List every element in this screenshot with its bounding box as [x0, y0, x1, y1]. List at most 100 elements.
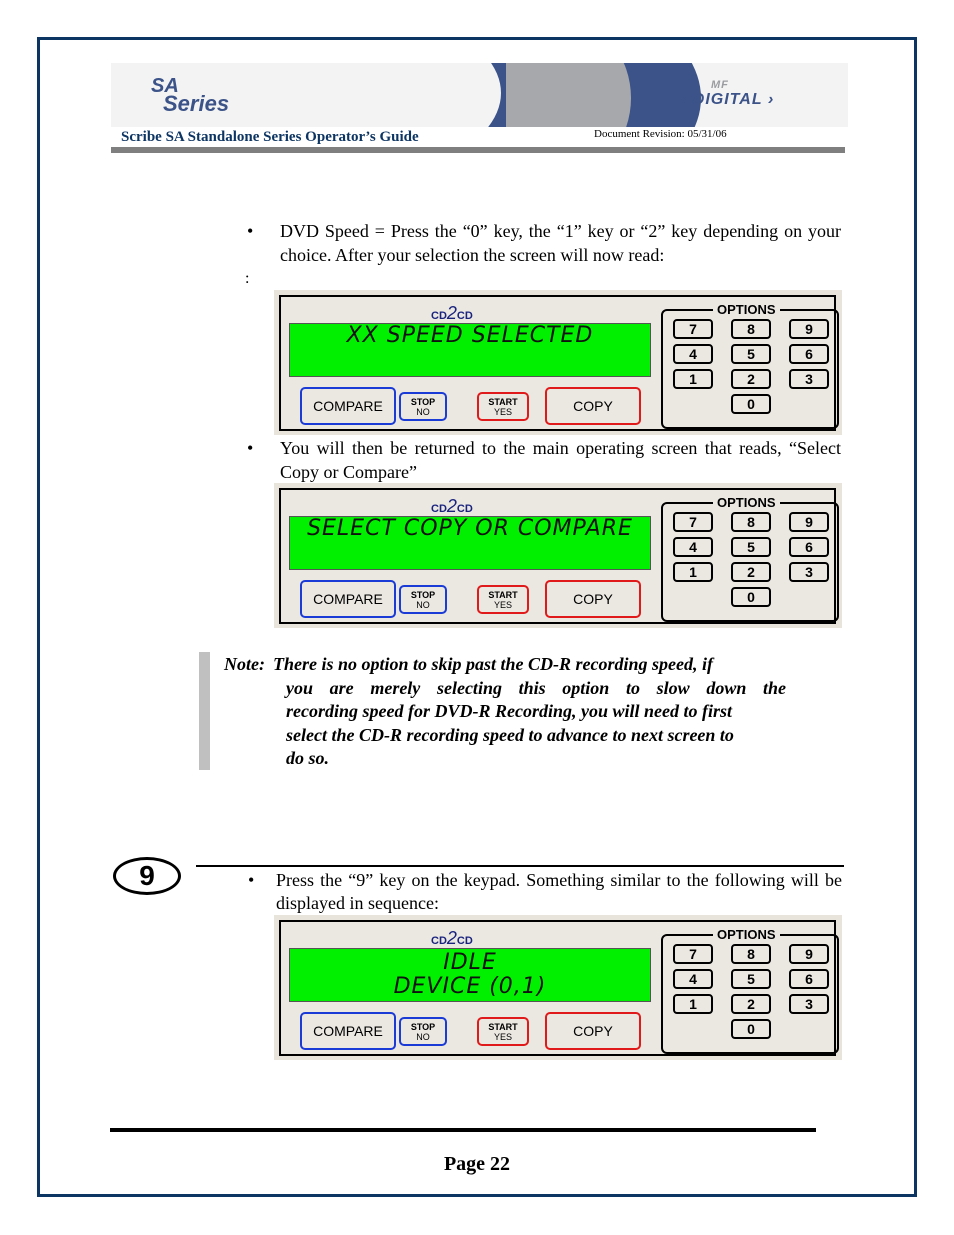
note-body: There is no option to skip past the CD-R… [273, 653, 786, 771]
keypad-key[interactable]: 2 [731, 369, 771, 389]
logo-two: 2 [446, 496, 457, 516]
note-label: Note: [224, 654, 265, 674]
bullet-text: Press the “9” key on the keypad. Somethi… [276, 870, 842, 913]
keypad-key[interactable]: 4 [673, 344, 713, 364]
keypad-key[interactable]: 3 [789, 562, 829, 582]
keypad-key[interactable]: 7 [673, 512, 713, 532]
keypad-key[interactable]: 8 [731, 944, 771, 964]
note-side-bar [199, 652, 210, 770]
keypad-key[interactable]: 7 [673, 319, 713, 339]
header-divider [111, 147, 845, 153]
keypad-key[interactable]: 7 [673, 944, 713, 964]
lcd-line: DEVICE (0,1) [393, 974, 547, 999]
banner-swoosh-gray [506, 63, 631, 127]
keypad-key[interactable]: 2 [731, 994, 771, 1014]
keypad-key[interactable]: 8 [731, 319, 771, 339]
keypad-key[interactable]: 3 [789, 994, 829, 1014]
keypad-key[interactable]: 0 [731, 587, 771, 607]
start-yes-button[interactable]: START YES [477, 585, 529, 614]
lcd-display: IDLE DEVICE (0,1) [289, 948, 651, 1002]
note-line: do so. [286, 748, 330, 768]
keypad-key[interactable]: 4 [673, 969, 713, 989]
panel-body: CD2CD IDLE DEVICE (0,1) COMPARE STOP NO ST… [279, 920, 839, 1056]
panel-body: CD2CD XX SPEED SELECTED COMPARE STOP NO S… [279, 295, 839, 431]
compare-label: COMPARE [313, 1023, 383, 1039]
logo-cd-right: CD [456, 935, 473, 947]
keypad-key[interactable]: 1 [673, 994, 713, 1014]
lcd-display: XX SPEED SELECTED [289, 323, 651, 377]
copy-button[interactable]: COPY [545, 387, 641, 425]
compare-button[interactable]: COMPARE [300, 580, 396, 618]
note-line: you are merely selecting this option to … [286, 677, 786, 698]
footer-divider [110, 1128, 816, 1132]
copy-label: COPY [573, 591, 613, 607]
yes-label: YES [493, 1031, 512, 1042]
stop-no-button[interactable]: STOP NO [399, 392, 447, 421]
start-yes-button[interactable]: START YES [477, 1017, 529, 1046]
keypad-key[interactable]: 1 [673, 369, 713, 389]
note-line: There is no option to skip past the CD-R… [273, 654, 714, 674]
stop-no-button[interactable]: STOP NO [399, 1017, 447, 1046]
bullet-icon: • [248, 870, 255, 890]
keypad-key[interactable]: 6 [789, 537, 829, 557]
bullet-icon: • [247, 221, 254, 241]
keypad-key[interactable]: 5 [731, 537, 771, 557]
page-number: Page 22 [443, 1153, 511, 1175]
stray-colon: : [245, 270, 250, 287]
step-number-badge: 9 [113, 857, 181, 895]
bullet-text: You will then be returned to the main op… [280, 438, 841, 482]
document-revision: Document Revision: 05/31/06 [594, 128, 727, 140]
start-label: START [488, 589, 518, 600]
panel-body: CD2CD SELECT COPY OR COMPARE COMPARE STO… [279, 488, 839, 624]
copy-button[interactable]: COPY [545, 1012, 641, 1050]
keypad-key[interactable]: 0 [731, 1019, 771, 1039]
stop-label: STOP [410, 1021, 436, 1032]
logo-cd-right: CD [456, 503, 473, 515]
document-title: Scribe SA Standalone Series Operator’s G… [121, 129, 419, 145]
logo-cd-left: CD [431, 935, 447, 947]
stop-no-button[interactable]: STOP NO [399, 585, 447, 614]
step-divider [196, 865, 844, 867]
keypad-key[interactable]: 6 [789, 969, 829, 989]
compare-label: COMPARE [313, 398, 383, 414]
keypad-key[interactable]: 3 [789, 369, 829, 389]
keypad-key[interactable]: 5 [731, 969, 771, 989]
logo-cd-left: CD [431, 310, 447, 322]
compare-label: COMPARE [313, 591, 383, 607]
no-label: NO [416, 1031, 430, 1042]
no-label: NO [416, 406, 430, 417]
keypad-key[interactable]: 9 [789, 319, 829, 339]
keypad-key[interactable]: 9 [789, 944, 829, 964]
copy-label: COPY [573, 398, 613, 414]
logo-two: 2 [446, 303, 457, 323]
cd2cd-logo: CD2CD [431, 928, 473, 949]
options-keypad: OPTIONS 789 456 1230 [661, 302, 839, 429]
start-yes-button[interactable]: START YES [477, 392, 529, 421]
bullet-icon: • [247, 438, 254, 458]
keypad-key[interactable]: 2 [731, 562, 771, 582]
keypad-key[interactable]: 1 [673, 562, 713, 582]
keypad-key[interactable]: 6 [789, 344, 829, 364]
options-label: OPTIONS [713, 302, 780, 317]
mf-logo-main: DIGITAL [692, 91, 763, 108]
keypad-key[interactable]: 5 [731, 344, 771, 364]
keypad-key[interactable]: 9 [789, 512, 829, 532]
options-label: OPTIONS [713, 927, 780, 942]
keypad-key[interactable]: 4 [673, 537, 713, 557]
device-panel-select-copy: CD2CD SELECT COPY OR COMPARE COMPARE STO… [274, 483, 842, 628]
keypad-key[interactable]: 8 [731, 512, 771, 532]
yes-label: YES [493, 599, 512, 610]
mf-logo-small: MF [711, 79, 729, 91]
sa-logo-line2: Series [163, 91, 230, 116]
header-banner: SA Series MF ‹ DIGITAL › [111, 63, 848, 127]
note-line: select the CD-R recording speed to advan… [286, 724, 734, 745]
copy-button[interactable]: COPY [545, 580, 641, 618]
options-label: OPTIONS [713, 495, 780, 510]
mf-digital-logo: MF ‹ DIGITAL › [681, 79, 775, 108]
bullet-return-main: • You will then be returned to the main … [247, 436, 841, 484]
logo-cd-left: CD [431, 503, 447, 515]
compare-button[interactable]: COMPARE [300, 387, 396, 425]
keypad-key[interactable]: 0 [731, 394, 771, 414]
no-label: NO [416, 599, 430, 610]
compare-button[interactable]: COMPARE [300, 1012, 396, 1050]
